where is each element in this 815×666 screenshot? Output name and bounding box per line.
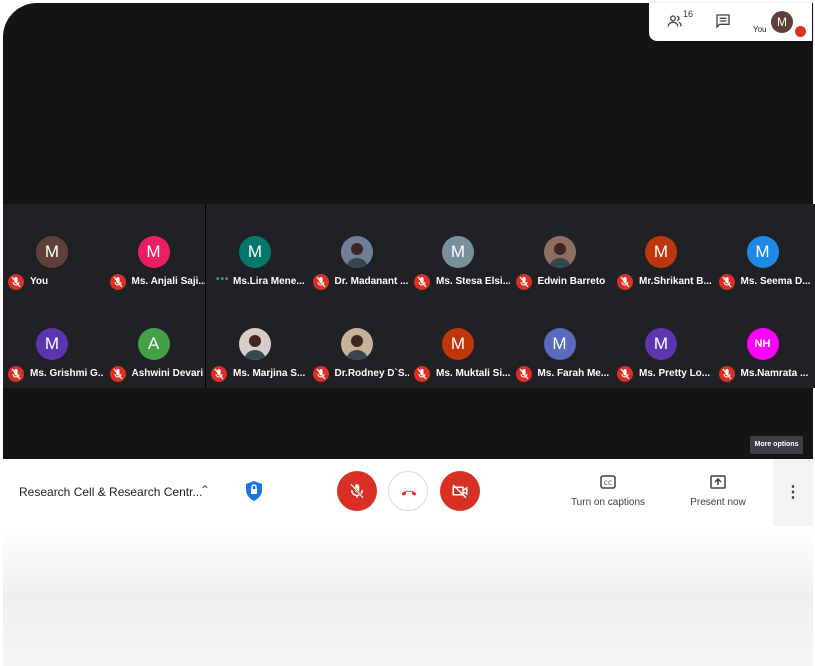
camera-toggle-button[interactable] <box>440 471 480 511</box>
top-right-panel: 16 You M <box>649 3 812 41</box>
participant-tile[interactable]: M Ms. Farah Me... <box>510 296 613 388</box>
participant-tile[interactable]: M Ms. Anjali Saji... <box>104 204 207 296</box>
participant-tile[interactable]: M Ms. Muktali Si... <box>409 296 511 388</box>
participant-avatar: M <box>36 328 68 360</box>
participant-name: Ms. Seema D... <box>740 276 811 287</box>
self-mic-off-icon <box>795 26 806 37</box>
participant-name: Ms. Grishmi G... <box>30 368 104 379</box>
mic-off-icon <box>109 274 126 290</box>
mic-off-icon <box>414 274 430 290</box>
participant-tile[interactable]: Edwin Barreto <box>510 204 613 296</box>
mic-off-icon <box>211 366 227 382</box>
mic-off-icon <box>617 274 633 290</box>
meeting-title[interactable]: Research Cell & Research Centr... <box>19 485 202 499</box>
mic-off-icon <box>515 366 532 382</box>
mic-off-icon <box>8 366 24 382</box>
participant-avatar: M <box>137 236 170 268</box>
captions-label: Turn on captions <box>570 497 646 508</box>
svg-text:CC: CC <box>604 480 612 487</box>
participant-avatar: M <box>239 236 271 268</box>
participant-name: Dr.Rodney D`S... <box>334 368 409 379</box>
participant-name: Ms. Farah Me... <box>537 368 610 379</box>
present-label: Present now <box>690 497 746 508</box>
more-options-tooltip: More options <box>750 436 803 454</box>
participant-avatar: M <box>36 236 68 268</box>
participant-tile[interactable]: M Ms. Seema D... <box>713 204 815 296</box>
chevron-up-icon[interactable]: ⌃ <box>200 483 210 497</box>
participant-name: Ms. Anjali Saji... <box>131 276 206 287</box>
self-avatar[interactable]: M <box>771 11 793 33</box>
people-button[interactable]: 16 <box>667 9 693 31</box>
mic-off-icon <box>312 274 329 290</box>
mic-off-icon <box>718 366 735 382</box>
participant-avatar: M <box>645 236 677 268</box>
more-options-button[interactable]: ⋮ <box>773 459 813 526</box>
mic-off-icon <box>718 274 735 290</box>
participant-name: Dr. Madanant ... <box>334 276 409 287</box>
mic-off-icon <box>8 274 24 290</box>
bottom-toolbar: Research Cell & Research Centr... ⌃ CC T… <box>3 459 813 526</box>
more-vert-icon: ⋮ <box>785 484 801 501</box>
participant-avatar: M <box>442 328 474 360</box>
mic-off-icon <box>617 366 633 382</box>
participant-tile[interactable]: M Mr.Shrikant B... <box>612 204 714 296</box>
participant-tile[interactable]: Ms. Marjina S... <box>206 296 308 388</box>
participant-tile[interactable]: M Ms. Pretty Lo... <box>612 296 714 388</box>
participant-tile[interactable]: M You <box>3 204 105 296</box>
mic-off-icon <box>109 366 126 382</box>
hang-up-icon <box>401 490 417 496</box>
participant-tile[interactable]: NH Ms.Namrata ... <box>713 296 815 388</box>
self-label: You <box>753 25 767 34</box>
mic-off-icon <box>414 366 430 382</box>
participant-photo <box>340 236 373 268</box>
present-button[interactable]: Present now <box>683 475 753 508</box>
mic-toggle-button[interactable] <box>337 471 377 511</box>
participant-tile[interactable]: Dr. Madanant ... <box>307 204 410 296</box>
participant-avatar: M <box>543 328 576 360</box>
reflection-gradient <box>3 526 813 666</box>
present-icon <box>710 475 726 489</box>
participant-photo <box>239 328 271 360</box>
participant-name: Ms. Marjina S... <box>233 368 306 379</box>
participant-name: You <box>30 276 49 287</box>
participant-grid: M You M Ms. Anjali Saji... M ••• Ms.Lira Mene.… <box>3 204 815 388</box>
participant-name: Ms. Pretty Lo... <box>639 368 711 379</box>
participant-name: Ms.Lira Mene... <box>233 276 305 287</box>
participant-tile[interactable]: A Ashwini Devari <box>104 296 207 388</box>
captions-icon: CC <box>600 475 616 489</box>
participant-avatar: M <box>645 328 677 360</box>
leave-call-button[interactable] <box>388 471 428 511</box>
mic-off-icon <box>350 483 364 499</box>
participant-name: Ms. Muktali Si... <box>436 368 510 379</box>
participant-name: Ms.Namrata ... <box>740 368 809 379</box>
chat-button[interactable] <box>715 13 731 34</box>
participant-avatar: M <box>746 236 779 268</box>
participant-tile[interactable]: Dr.Rodney D`S... <box>307 296 410 388</box>
grid-divider <box>205 204 206 388</box>
participant-photo <box>543 236 576 268</box>
captions-button[interactable]: CC Turn on captions <box>568 475 648 508</box>
mic-off-icon <box>515 274 532 290</box>
participant-name: Ashwini Devari <box>131 368 204 379</box>
participant-name: Edwin Barreto <box>537 276 606 287</box>
participant-tile[interactable]: M Ms. Grishmi G... <box>3 296 105 388</box>
speaking-indicator-icon: ••• <box>216 274 230 285</box>
people-icon <box>667 15 682 27</box>
participant-avatar: A <box>137 328 170 360</box>
mic-off-icon <box>312 366 329 382</box>
participant-avatar: NH <box>746 328 779 360</box>
camera-off-icon <box>452 484 468 499</box>
participant-name: Ms. Stesa Elsi... <box>436 276 510 287</box>
participant-avatar: M <box>442 236 474 268</box>
participant-name: Mr.Shrikant B... <box>639 276 712 287</box>
participant-photo <box>340 328 373 360</box>
chat-icon <box>716 14 730 29</box>
meet-window: 16 You M M You M Ms. Anjali Saji... M ••• Ms.L… <box>0 0 815 666</box>
shield-icon[interactable] <box>244 480 264 507</box>
participant-tile[interactable]: M Ms. Stesa Elsi... <box>409 204 511 296</box>
toolbar-reflection <box>3 526 813 666</box>
participant-tile[interactable]: M ••• Ms.Lira Mene... <box>206 204 308 296</box>
people-count: 16 <box>683 9 694 19</box>
